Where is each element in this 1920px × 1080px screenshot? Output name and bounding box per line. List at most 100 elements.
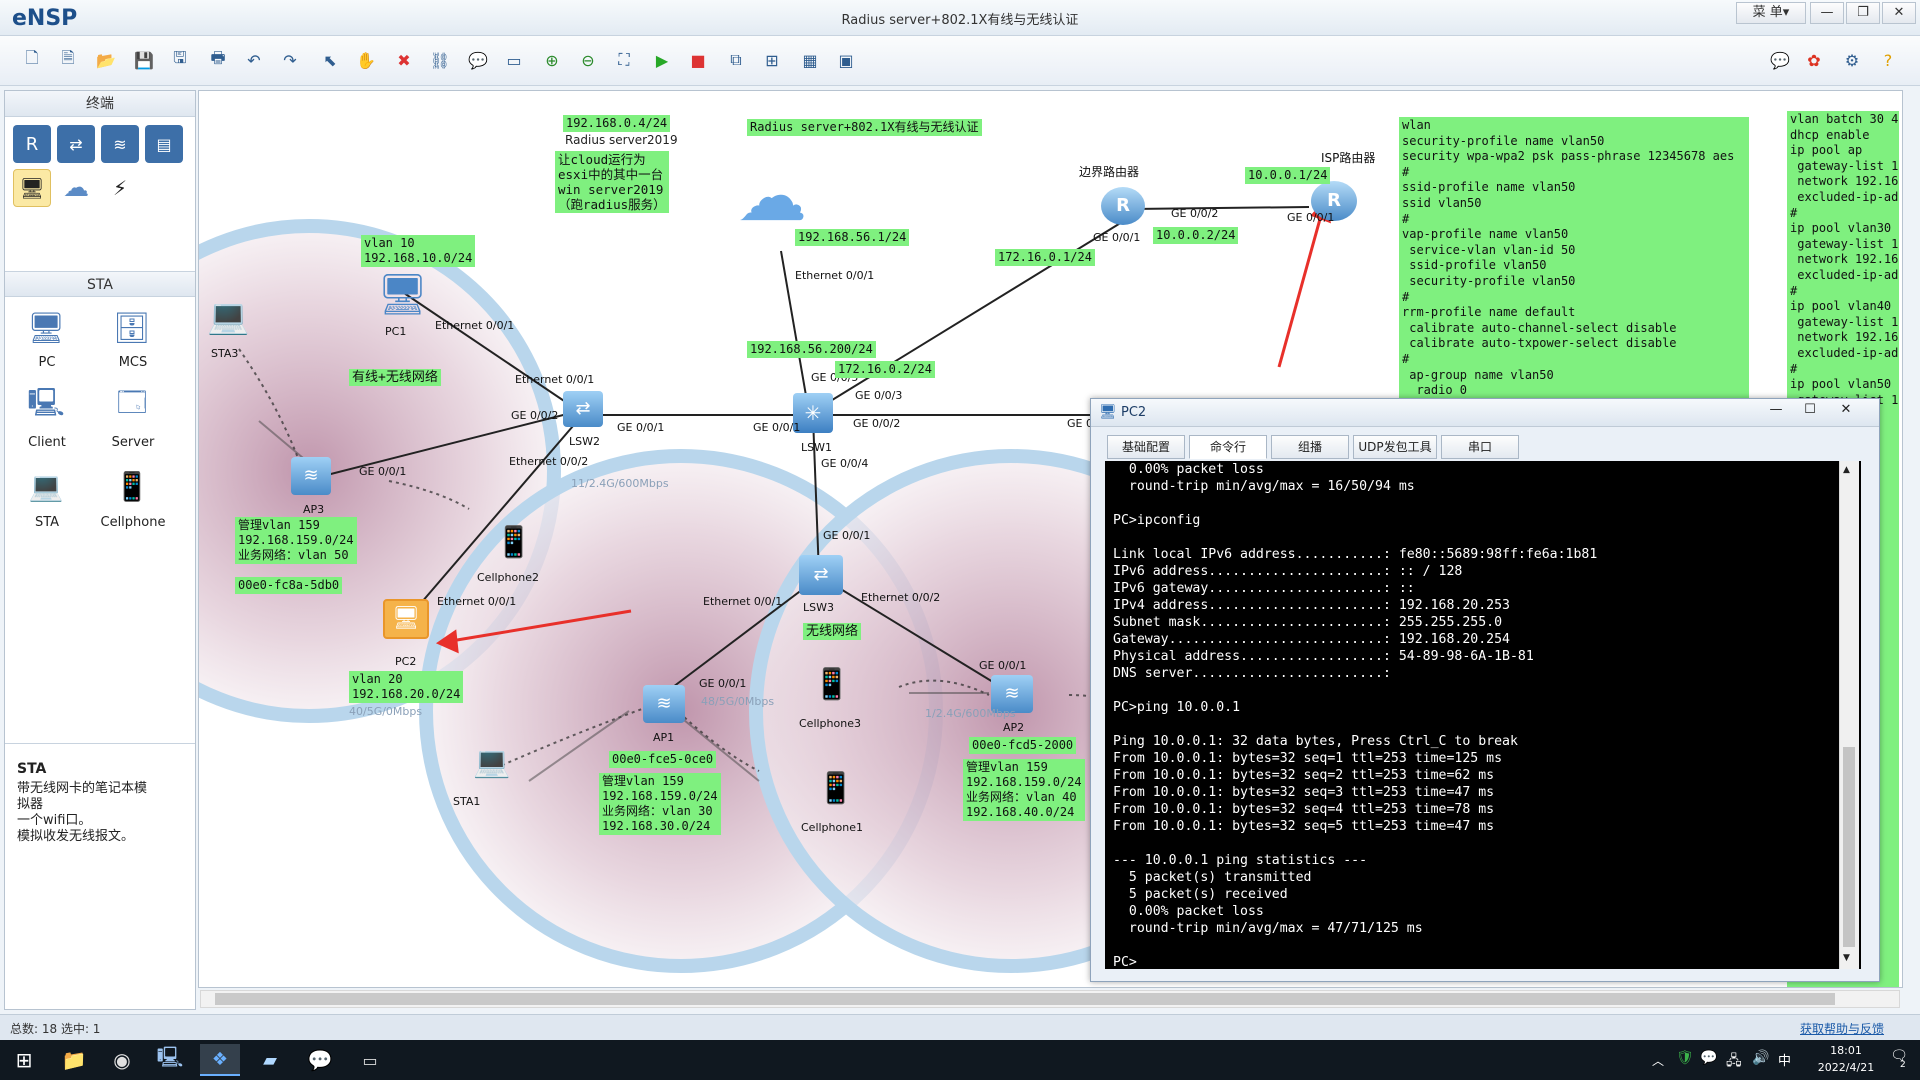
volume-tray-icon[interactable]: 🔊 bbox=[1752, 1050, 1769, 1066]
tray-chevron-icon[interactable]: ︿ bbox=[1652, 1052, 1664, 1069]
undo-icon[interactable]: ↶ bbox=[240, 46, 268, 74]
save-as-icon[interactable]: 🖫 bbox=[166, 46, 194, 74]
fit-icon[interactable]: ⛶ bbox=[610, 46, 638, 74]
pc2-icon[interactable]: 🖥 bbox=[383, 599, 429, 639]
lsw1-mgmt-ip-note[interactable]: 192.168.56.200/24 bbox=[747, 341, 876, 358]
clock-time[interactable]: 18:01 bbox=[1806, 1044, 1886, 1057]
ap1-info-note[interactable]: 管理vlan 159 192.168.159.0/24 业务网络：vlan 30… bbox=[599, 773, 721, 835]
pc2-vlan-note[interactable]: vlan 20 192.168.20.0/24 bbox=[349, 671, 464, 703]
close-button[interactable]: ✕ bbox=[1882, 2, 1916, 24]
pc2-minimize-button[interactable]: — bbox=[1761, 402, 1791, 422]
ime-indicator[interactable]: 中 bbox=[1778, 1050, 1791, 1069]
windows-start-icon[interactable]: ⊞ bbox=[4, 1044, 44, 1076]
remote-desktop-icon[interactable]: 🖳 bbox=[150, 1044, 190, 1076]
terminal-output[interactable]: 0.00% packet loss round-trip min/avg/max… bbox=[1105, 461, 1861, 969]
tab-udp-tool[interactable]: UDP发包工具 bbox=[1353, 435, 1437, 459]
zoom-in-icon[interactable]: ⊕ bbox=[538, 46, 566, 74]
canvas-hscrollbar[interactable] bbox=[200, 990, 1900, 1008]
open-icon[interactable]: 📂 bbox=[92, 46, 120, 74]
ap3-info-note[interactable]: 管理vlan 159 192.168.159.0/24 业务网络：vlan 50 bbox=[235, 517, 357, 564]
terminal-category-icon[interactable]: 🖥 bbox=[13, 169, 51, 207]
canvas-hscroll-thumb[interactable] bbox=[215, 993, 1835, 1005]
border-ip-note[interactable]: 10.0.0.2/24 bbox=[1153, 227, 1239, 244]
tab-serial[interactable]: 串口 bbox=[1441, 435, 1519, 459]
notification-icon[interactable]: 🗨 bbox=[1888, 1048, 1910, 1070]
menu-button[interactable]: 菜 单▾ bbox=[1736, 2, 1806, 24]
cellphone1-icon[interactable]: 📱 bbox=[817, 771, 854, 806]
file-explorer-icon[interactable]: 📁 bbox=[54, 1044, 94, 1076]
ensp-taskbar-icon[interactable]: ❖ bbox=[200, 1044, 240, 1076]
delete-link-icon[interactable]: ⛓ bbox=[426, 46, 454, 74]
redo-icon[interactable]: ↷ bbox=[276, 46, 304, 74]
wired-wireless-note[interactable]: 有线+无线网络 bbox=[349, 369, 441, 386]
restore-button[interactable]: ❐ bbox=[1846, 2, 1880, 24]
sta1-icon[interactable]: 💻 bbox=[473, 745, 510, 780]
zoom-out-icon[interactable]: ⊖ bbox=[574, 46, 602, 74]
help-feedback-link[interactable]: 获取帮助与反馈 bbox=[1800, 1020, 1884, 1037]
grid-icon[interactable]: ▦ bbox=[796, 46, 824, 74]
start-icon[interactable]: ▶ bbox=[648, 46, 676, 74]
border-router-icon[interactable]: R bbox=[1101, 187, 1145, 225]
wechat-tray-icon[interactable]: 💬 bbox=[1700, 1050, 1717, 1066]
tab-multicast[interactable]: 组播 bbox=[1271, 435, 1349, 459]
wlan-category-icon[interactable]: ≋ bbox=[101, 125, 139, 163]
chrome-icon[interactable]: ◉ bbox=[102, 1044, 142, 1076]
pc1-vlan-note[interactable]: vlan 10 192.168.10.0/24 bbox=[361, 235, 476, 267]
clock-date[interactable]: 2022/4/21 bbox=[1806, 1061, 1886, 1074]
pc2-close-button[interactable]: ✕ bbox=[1831, 402, 1861, 422]
cloud-icon[interactable]: ☁ bbox=[737, 161, 807, 231]
pc1-icon[interactable]: 🖥 bbox=[377, 271, 428, 318]
capture-icon[interactable]: ⧉ bbox=[722, 46, 750, 74]
switch-category-icon[interactable]: ⇄ bbox=[57, 125, 95, 163]
sta-device-icon[interactable]: 💻 bbox=[27, 467, 65, 505]
connection-category-icon[interactable]: ⚡ bbox=[101, 169, 139, 207]
scroll-down-icon[interactable]: ▼ bbox=[1843, 953, 1850, 963]
lsw1-up-ip-note[interactable]: 172.16.0.1/24 bbox=[995, 249, 1095, 266]
app-taskbar-icon[interactable]: ▰ bbox=[250, 1044, 290, 1076]
delete-icon[interactable]: ✖ bbox=[390, 46, 418, 74]
cli-icon[interactable]: ▣ bbox=[832, 46, 860, 74]
cloud-ip-note[interactable]: 192.168.56.1/24 bbox=[795, 229, 910, 246]
stop-icon[interactable]: ■ bbox=[684, 46, 712, 74]
wireless-note[interactable]: 无线网络 bbox=[803, 623, 862, 640]
pc2-maximize-button[interactable]: ☐ bbox=[1795, 402, 1825, 422]
minimize-button[interactable]: — bbox=[1810, 2, 1844, 24]
scroll-up-icon[interactable]: ▲ bbox=[1843, 465, 1850, 475]
security-tray-icon[interactable]: 🛡 bbox=[1676, 1050, 1694, 1066]
lsw2-icon[interactable]: ⇄ bbox=[563, 391, 603, 427]
sta3-icon[interactable]: 💻 bbox=[207, 297, 249, 337]
wechat-icon[interactable]: 💬 bbox=[300, 1044, 340, 1076]
network-tray-icon[interactable]: 🖧 bbox=[1726, 1050, 1742, 1074]
text-icon[interactable]: 💬 bbox=[464, 46, 492, 74]
pan-hand-icon[interactable]: ✋ bbox=[352, 46, 380, 74]
save-icon[interactable]: 💾 bbox=[130, 46, 158, 74]
terminal-scroll-thumb[interactable] bbox=[1843, 747, 1855, 947]
topology-icon[interactable]: ⊞ bbox=[758, 46, 786, 74]
server-device-icon[interactable]: 🗔 bbox=[113, 386, 151, 425]
print-icon[interactable]: 🖶 bbox=[204, 46, 232, 74]
cellphone-device-icon[interactable]: 📱 bbox=[113, 467, 151, 505]
ap3-icon[interactable]: ≋ bbox=[291, 457, 331, 495]
cloud-category-icon[interactable]: ☁ bbox=[57, 169, 95, 207]
ap2-mac-note[interactable]: 00e0-fcd5-2000 bbox=[969, 737, 1077, 754]
server-ip-note[interactable]: 192.168.0.4/24 bbox=[563, 115, 671, 132]
help-icon[interactable]: ? bbox=[1874, 46, 1902, 74]
ap3-mac-note[interactable]: 00e0-fc8a-5db0 bbox=[235, 577, 343, 594]
pc-device-icon[interactable]: 🖥 bbox=[27, 309, 65, 347]
router-category-icon[interactable]: R bbox=[13, 125, 51, 163]
client-device-icon[interactable]: 🖳 bbox=[27, 386, 65, 425]
ap2-info-note[interactable]: 管理vlan 159 192.168.159.0/24 业务网络：vlan 40… bbox=[963, 759, 1085, 821]
tab-command-line[interactable]: 命令行 bbox=[1189, 435, 1267, 459]
cellphone2-icon[interactable]: 📱 bbox=[495, 525, 532, 560]
ap1-mac-note[interactable]: 00e0-fce5-0ce0 bbox=[609, 751, 717, 768]
settings-icon[interactable]: ⚙ bbox=[1838, 46, 1866, 74]
firewall-category-icon[interactable]: ▤ bbox=[145, 125, 183, 163]
select-icon[interactable]: ⬉ bbox=[316, 46, 344, 74]
mcs-device-icon[interactable]: 🗄 bbox=[113, 309, 151, 347]
new-topology-icon[interactable]: 🗋 bbox=[18, 46, 46, 74]
palette-icon[interactable]: ▭ bbox=[500, 46, 528, 74]
ap1-icon[interactable]: ≋ bbox=[643, 685, 685, 723]
server-desc-note[interactable]: 让cloud运行为 esxi中的其中一台 win server2019 （跑ra… bbox=[555, 151, 669, 213]
terminal-taskbar-icon[interactable]: ▭ bbox=[350, 1044, 390, 1076]
new-example-icon[interactable]: 🗎 bbox=[54, 46, 82, 74]
